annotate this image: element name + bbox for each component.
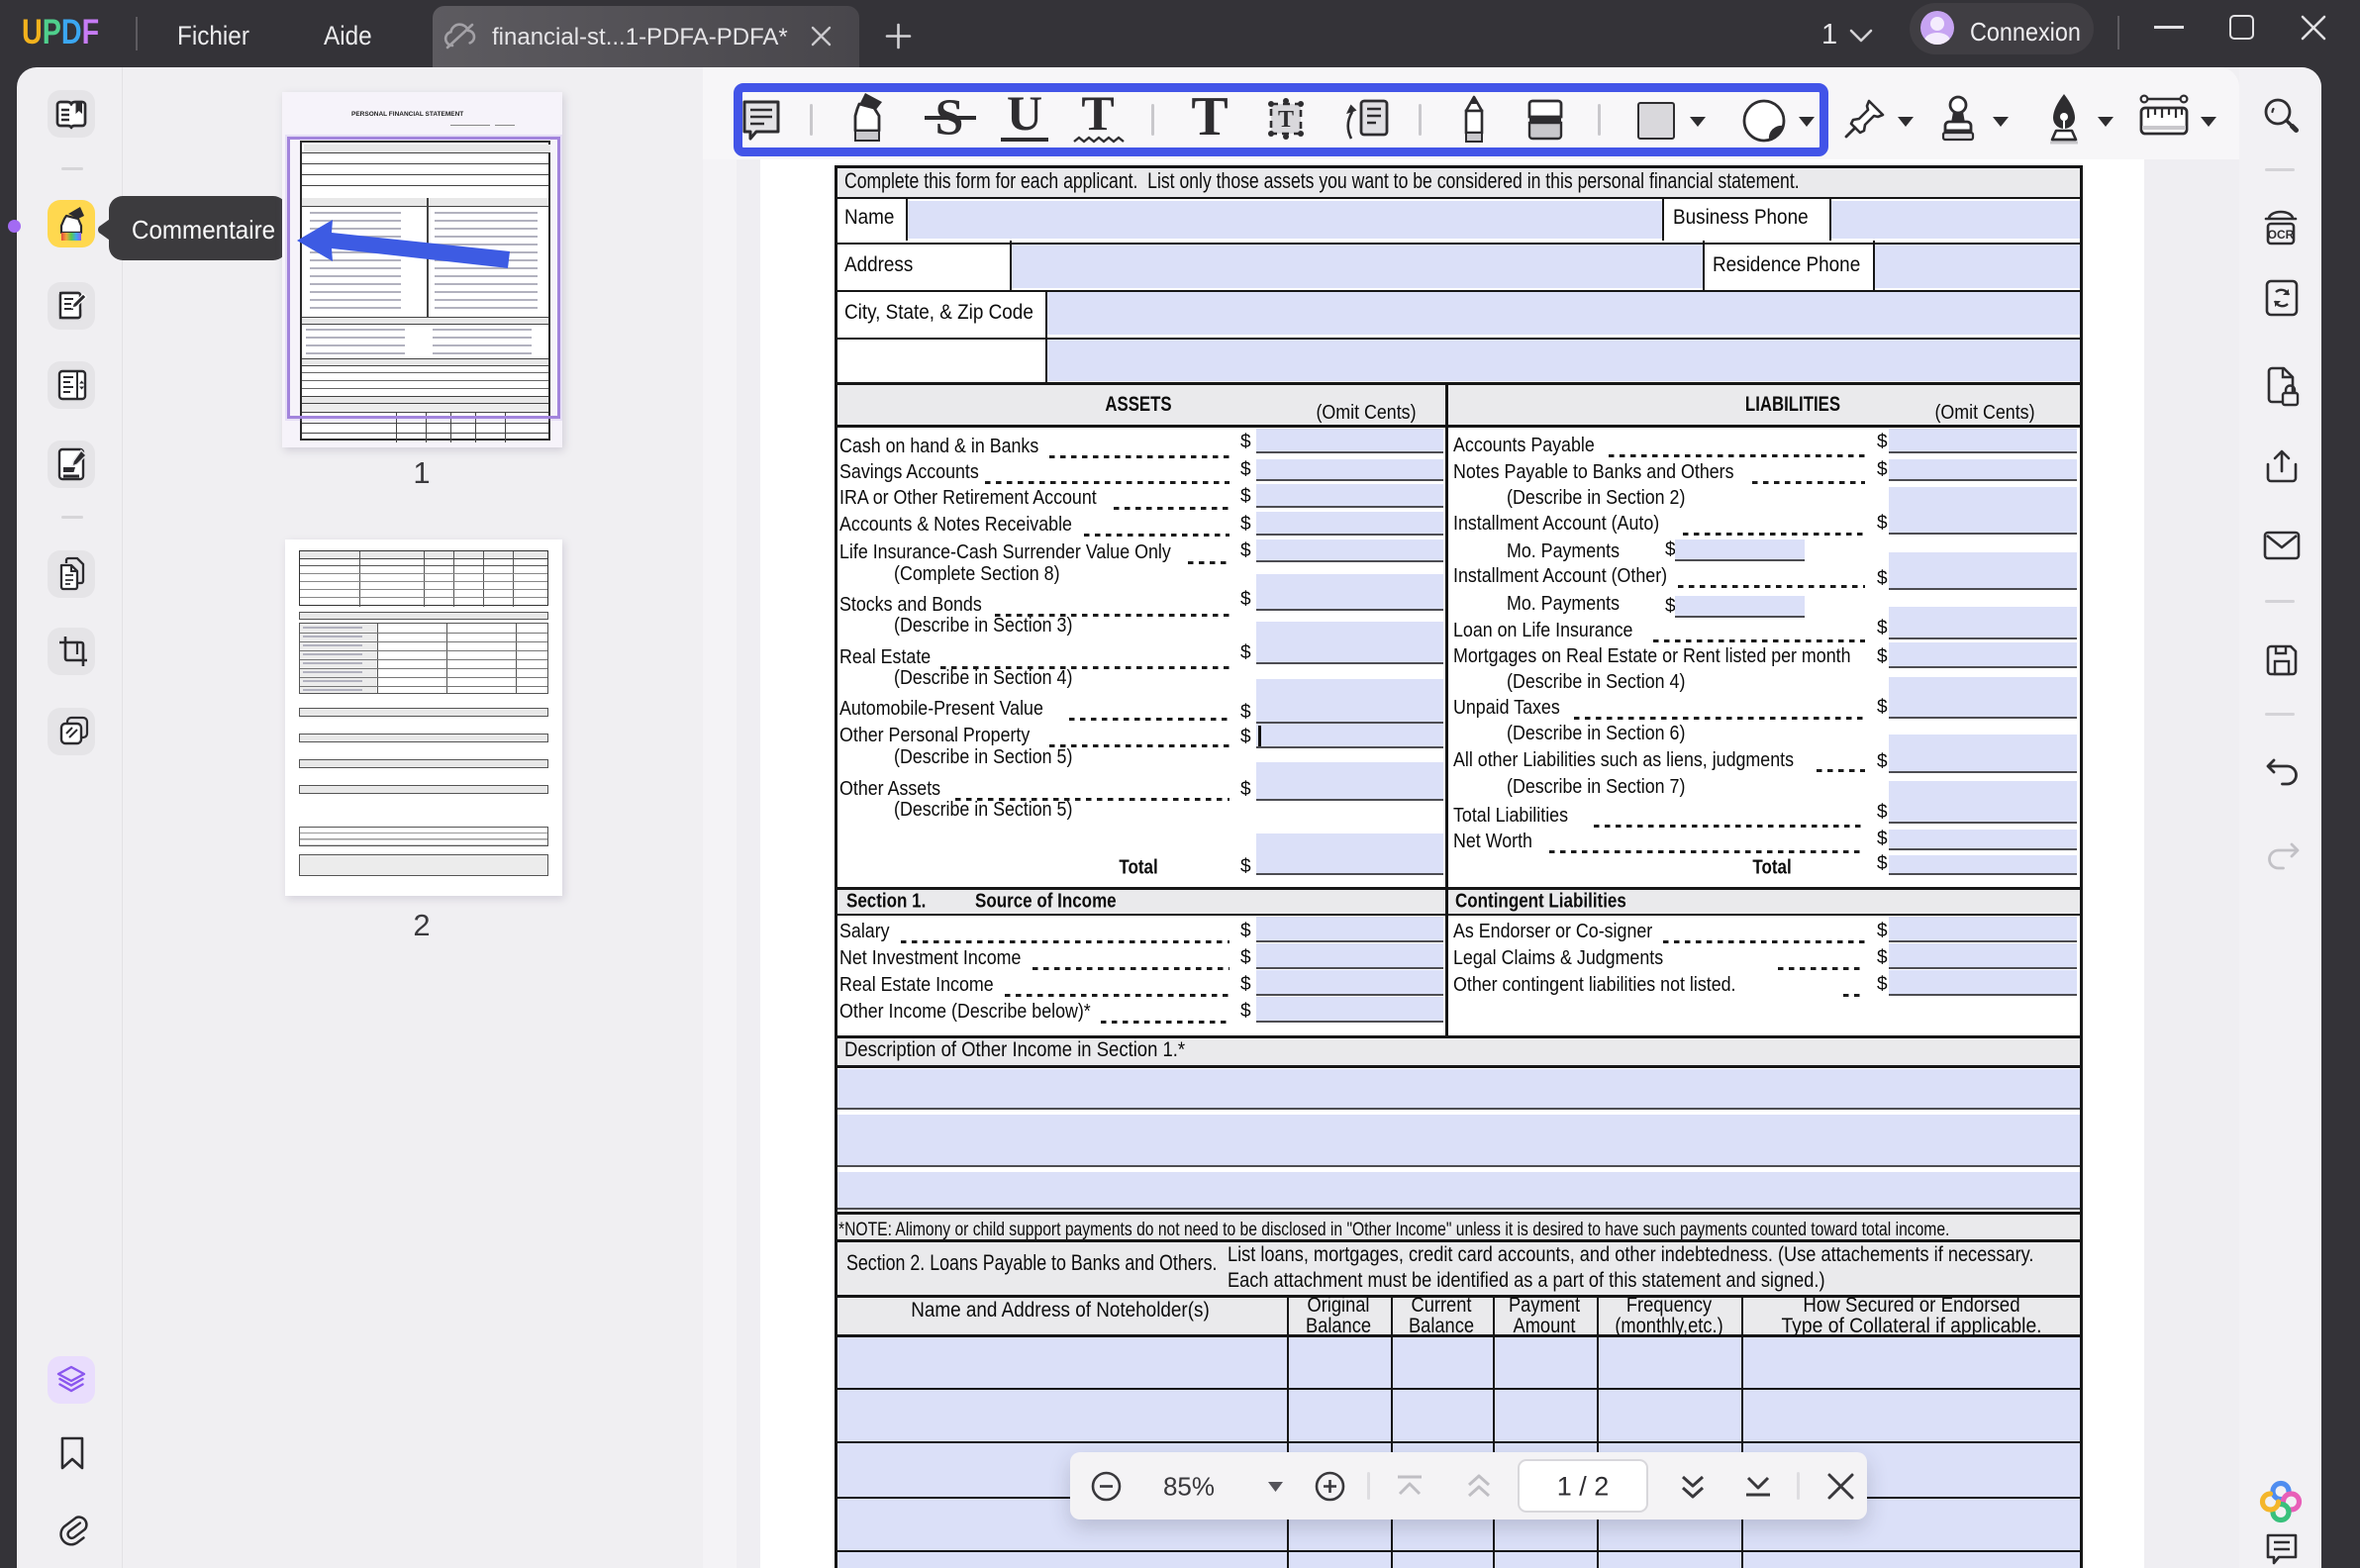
svg-text:T: T xyxy=(1278,107,1294,133)
svg-text:OCR: OCR xyxy=(2268,228,2295,242)
